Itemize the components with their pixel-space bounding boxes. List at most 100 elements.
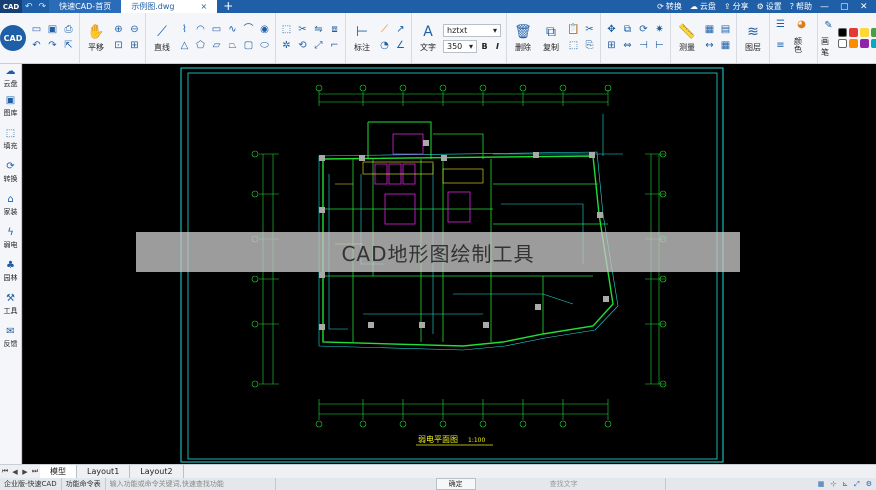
help-button[interactable]: ? 帮助 (790, 1, 812, 12)
move-icon[interactable]: ✥ (604, 23, 619, 38)
save-icon[interactable]: ▣ (45, 23, 60, 38)
align-dim-icon[interactable]: ⟋ (377, 23, 392, 38)
zoom-extents-icon[interactable]: ⊞ (127, 39, 142, 54)
zoom-window-icon[interactable]: ⊡ (111, 39, 126, 54)
ortho-icon[interactable]: ⊾ (842, 480, 848, 489)
prev-tab-icon[interactable]: ◀ (10, 468, 20, 476)
eye-icon[interactable]: ◉ (257, 23, 272, 38)
line-button[interactable]: ⟋ 直线 (149, 23, 175, 53)
leader-icon[interactable]: ↗ (393, 23, 408, 38)
stretch-icon[interactable]: ⇔ (620, 39, 635, 54)
annotate-button[interactable]: ⊢ 标注 (349, 23, 375, 53)
explode-icon[interactable]: ✷ (652, 23, 667, 38)
sidebar-item-garden[interactable]: ♣ 园林 (0, 255, 21, 288)
sidebar-item-home[interactable]: ⌂ 家装 (0, 189, 21, 222)
sidebar-item-power[interactable]: ϟ 弱电 (0, 222, 21, 255)
back-icon[interactable]: ↶ (22, 2, 36, 12)
select-all-icon[interactable]: ⬚ (566, 39, 581, 54)
close-window-icon[interactable]: ✕ (860, 2, 872, 12)
swatch-red[interactable] (849, 28, 858, 37)
zoom-out-icon[interactable]: ⊖ (127, 23, 142, 38)
convert-button[interactable]: ⟳ 转换 (657, 1, 682, 12)
swatch-purple[interactable] (860, 39, 869, 48)
next-tab-icon[interactable]: ▶ (20, 468, 30, 476)
sidebar-item-tools[interactable]: ⚒ 工具 (0, 288, 21, 321)
arc-icon[interactable]: ◠ (193, 23, 208, 38)
open-icon[interactable]: ▭ (29, 23, 44, 38)
snap-icon[interactable]: ⊹ (830, 480, 836, 489)
area-icon[interactable]: ▦ (702, 23, 717, 38)
palette-icon[interactable]: ◕ (794, 18, 809, 33)
settings-button[interactable]: ⚙ 设置 (757, 1, 782, 12)
command-input[interactable]: 输入功能或命令关键词,快速查找功能 (106, 478, 276, 490)
new-tab-button[interactable]: + (217, 0, 239, 13)
grid-icon[interactable]: ▦ (718, 39, 733, 54)
redo-icon[interactable]: ↷ (45, 39, 60, 54)
tab-layout1[interactable]: Layout1 (77, 465, 131, 478)
maximize-icon[interactable]: ▢ (840, 2, 852, 12)
distance-icon[interactable]: ↔ (702, 39, 717, 54)
export-icon[interactable]: ⇱ (61, 39, 76, 54)
ok-button[interactable]: 确定 (435, 478, 476, 490)
rounded-rect-icon[interactable]: ▢ (241, 39, 256, 54)
linetype-icon[interactable]: ☰ (773, 18, 788, 33)
offset-icon[interactable]: ⧈ (327, 23, 342, 38)
app-menu-button[interactable]: CAD (0, 13, 26, 63)
close-tab-icon[interactable]: × (201, 2, 208, 11)
cloud-button[interactable]: ☁ 云盘 (690, 1, 716, 12)
curve-icon[interactable]: ∿ (225, 23, 240, 38)
pentagon-icon[interactable]: ⬠ (193, 39, 208, 54)
rectangle-icon[interactable]: ▭ (209, 23, 224, 38)
spline-icon[interactable]: ⌒ (241, 23, 256, 38)
polyline-icon[interactable]: ⌇ (177, 23, 192, 38)
copy-button[interactable]: ⧉ 复制 (538, 23, 564, 53)
tab-model[interactable]: 模型 (40, 465, 77, 478)
pan-button[interactable]: ✋ 平移 (83, 23, 109, 53)
print-icon[interactable]: ⎙ (61, 23, 76, 38)
sidebar-item-library[interactable]: ▣ 图库 (0, 90, 21, 123)
italic-button[interactable]: I (492, 40, 503, 53)
rotate-obj-icon[interactable]: ⟳ (636, 23, 651, 38)
copy-move-icon[interactable]: ⧉ (620, 23, 635, 38)
first-tab-icon[interactable]: ⏮ (0, 467, 10, 476)
insert-block-icon[interactable]: ⬚ (279, 23, 294, 38)
tab-document[interactable]: 示例图.dwg × (121, 0, 218, 13)
font-select[interactable]: hztxt ▾ (443, 23, 501, 37)
tab-home[interactable]: 快速CAD-首页 (49, 0, 122, 13)
font-size-select[interactable]: 350 ▾ (443, 39, 477, 53)
ellipse-icon[interactable]: ⬭ (257, 39, 272, 54)
layer-button[interactable]: ≋ 图层 (740, 23, 766, 53)
swatch-green[interactable] (871, 28, 876, 37)
delete-button[interactable]: 🗑 删除 (510, 23, 536, 53)
tab-layout2[interactable]: Layout2 (130, 465, 184, 478)
undo-icon[interactable]: ↶ (29, 39, 44, 54)
paste-icon[interactable]: 📋 (566, 23, 581, 38)
sidebar-item-cloud[interactable]: ☁ 云盘 (0, 64, 21, 90)
trim-icon[interactable]: ✂ (295, 23, 310, 38)
settings-icon[interactable]: ⚙ (866, 480, 872, 489)
swatch-black[interactable] (838, 28, 847, 37)
angle-icon[interactable]: ∠ (393, 39, 408, 54)
minimize-icon[interactable]: — (820, 2, 832, 12)
table-icon[interactable]: ▤ (718, 23, 733, 38)
sidebar-item-fill[interactable]: ⬚ 填充 (0, 123, 21, 156)
gear-shape-icon[interactable]: ✲ (279, 39, 294, 54)
swatch-cyan[interactable] (871, 39, 876, 48)
swatch-yellow[interactable] (860, 28, 869, 37)
pen-icon[interactable]: ✎ (821, 19, 836, 34)
trapezoid-icon[interactable]: ⏢ (225, 39, 240, 54)
zoom-fit-icon[interactable]: ⤢ (854, 480, 860, 489)
parallelogram-icon[interactable]: ▱ (209, 39, 224, 54)
match-icon[interactable]: ⎘ (582, 39, 597, 54)
lineweight-icon[interactable]: ≡ (773, 39, 788, 54)
share-button[interactable]: ⇪ 分享 (724, 1, 749, 12)
search-text-input[interactable]: 查找文字 (546, 478, 666, 490)
grid-icon[interactable]: ▦ (818, 480, 825, 489)
last-tab-icon[interactable]: ⏭ (30, 467, 40, 476)
cut-icon[interactable]: ✂ (582, 23, 597, 38)
command-table-button[interactable]: 功能命令表 (62, 478, 106, 490)
mirror-icon[interactable]: ⇋ (311, 23, 326, 38)
rotate-icon[interactable]: ⟲ (295, 39, 310, 54)
forward-icon[interactable]: ↷ (36, 2, 50, 12)
bold-button[interactable]: B (479, 40, 490, 53)
